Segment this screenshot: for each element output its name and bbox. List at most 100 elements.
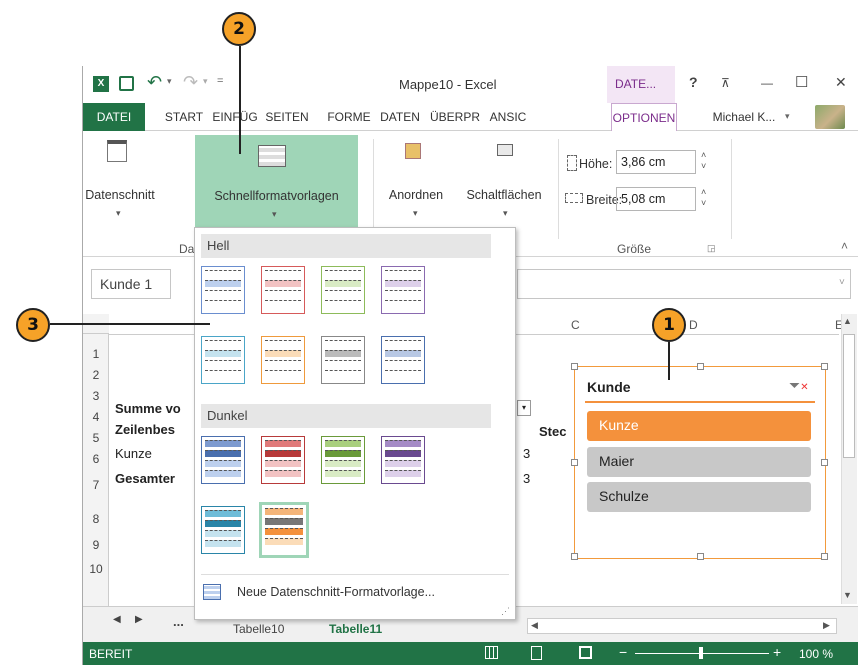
slicer-style-dunkel-5[interactable]: [201, 506, 245, 554]
zoom-slider-thumb[interactable]: [699, 647, 703, 659]
vertical-scroll-thumb[interactable]: [843, 334, 855, 458]
column-header-c[interactable]: C: [571, 318, 580, 332]
sheet-tab-tabelle10[interactable]: Tabelle10: [233, 622, 284, 636]
slicer-handle[interactable]: [697, 553, 704, 560]
slicer-handle[interactable]: [821, 363, 828, 370]
tab-ueberpr[interactable]: ÜBERPR: [426, 103, 484, 131]
close-button[interactable]: ✕: [835, 74, 847, 91]
slicer-item-schulze[interactable]: Schulze: [587, 482, 811, 512]
anordnen-dropdown-icon[interactable]: ▾: [413, 208, 418, 219]
sheet-next-icon[interactable]: ▶: [135, 614, 143, 625]
slicer-handle[interactable]: [571, 363, 578, 370]
slicer-handle[interactable]: [821, 553, 828, 560]
slicer-handle[interactable]: [571, 553, 578, 560]
slicer-style-dunkel-6-selected[interactable]: [259, 502, 309, 558]
slicer-style-hell-2[interactable]: [261, 266, 305, 314]
tab-forme[interactable]: FORME: [324, 103, 374, 131]
breite-field[interactable]: 5,08 cm: [616, 187, 696, 211]
ribbon-display-button[interactable]: ⊼: [721, 76, 730, 90]
slicer-style-hell-8[interactable]: [381, 336, 425, 384]
row-number[interactable]: 4: [83, 410, 109, 424]
user-name[interactable]: Michael K...: [705, 103, 783, 131]
tab-einfueg[interactable]: EINFÜG: [211, 103, 259, 131]
anordnen-button[interactable]: Anordnen: [381, 188, 451, 202]
help-button[interactable]: ?: [689, 74, 698, 90]
normal-view-icon[interactable]: [485, 646, 498, 659]
slicer-handle[interactable]: [697, 363, 704, 370]
minimize-button[interactable]: —: [761, 76, 773, 90]
save-icon[interactable]: [119, 76, 134, 91]
filter-dropdown-icon[interactable]: ▾: [517, 400, 531, 416]
redo-icon[interactable]: ↷: [183, 72, 198, 93]
row-number[interactable]: 8: [83, 512, 109, 526]
slicer-item-kunze[interactable]: Kunze: [587, 411, 811, 441]
page-break-view-icon[interactable]: [579, 646, 592, 659]
datenschnitt-button[interactable]: Datenschnitt: [83, 188, 157, 202]
zoom-level[interactable]: 100 %: [799, 647, 833, 661]
row-number[interactable]: 2: [83, 368, 109, 382]
tab-datei[interactable]: DATEI: [83, 103, 145, 131]
formula-expand-icon[interactable]: ˅: [839, 277, 845, 288]
cell-a3[interactable]: Summe vo: [115, 401, 181, 416]
row-number[interactable]: 3: [83, 389, 109, 403]
user-avatar[interactable]: [815, 105, 845, 129]
groesse-dialog-launcher-icon[interactable]: ◲: [707, 243, 716, 254]
hoehe-spinner-icon[interactable]: ˄ ˅: [701, 150, 706, 172]
user-dropdown-icon[interactable]: ▾: [785, 111, 790, 122]
slicer-style-dunkel-3[interactable]: [321, 436, 365, 484]
tab-optionen[interactable]: OPTIONEN: [611, 103, 677, 131]
maximize-button[interactable]: ☐: [795, 73, 808, 91]
zoom-in-icon[interactable]: +: [773, 644, 781, 660]
slicer-kunde[interactable]: Kunde ⏷✕ Kunze Maier Schulze: [571, 363, 828, 560]
row-number[interactable]: 7: [83, 478, 109, 492]
undo-icon[interactable]: ↶: [147, 72, 162, 93]
scroll-up-icon[interactable]: ▲: [843, 316, 852, 326]
hscroll-right-icon[interactable]: ▶: [823, 620, 830, 631]
tab-daten[interactable]: DATEN: [375, 103, 425, 131]
cell-a6[interactable]: Gesamter: [115, 471, 175, 486]
cell-value-6[interactable]: 3: [523, 471, 530, 486]
tab-start[interactable]: START: [159, 103, 209, 131]
cell-value-5[interactable]: 3: [523, 446, 530, 461]
slicer-style-hell-6[interactable]: [261, 336, 305, 384]
sheet-tab-more[interactable]: ...: [173, 614, 184, 629]
zoom-out-icon[interactable]: −: [619, 644, 627, 660]
slicer-style-hell-3[interactable]: [321, 266, 365, 314]
schnellformat-label[interactable]: Schnellformatvorlagen: [195, 189, 358, 203]
name-box[interactable]: Kunde 1: [91, 269, 171, 299]
cell-a4[interactable]: Zeilenbes: [115, 422, 175, 437]
collapse-ribbon-icon[interactable]: ˄: [841, 239, 848, 253]
slicer-item-maier[interactable]: Maier: [587, 447, 811, 477]
schnellformat-dropdown-icon[interactable]: ▾: [272, 209, 277, 220]
gallery-resize-grip-icon[interactable]: ⋰: [501, 606, 510, 617]
sheet-tab-tabelle11[interactable]: Tabelle11: [329, 622, 382, 636]
column-header-d[interactable]: D: [689, 318, 698, 332]
schaltflaechen-dropdown-icon[interactable]: ▾: [503, 208, 508, 219]
slicer-style-dunkel-4[interactable]: [381, 436, 425, 484]
cell-stec[interactable]: Stec: [539, 424, 566, 439]
slicer-style-dunkel-1[interactable]: [201, 436, 245, 484]
row-number[interactable]: 9: [83, 538, 109, 552]
tab-ansic[interactable]: ANSIC: [486, 103, 530, 131]
row-number[interactable]: 10: [83, 562, 109, 576]
row-number[interactable]: 6: [83, 452, 109, 466]
hoehe-field[interactable]: 3,86 cm: [616, 150, 696, 174]
hscroll-left-icon[interactable]: ◀: [531, 620, 538, 631]
breite-spinner-icon[interactable]: ˄ ˅: [701, 187, 706, 209]
slicer-style-hell-1[interactable]: [201, 266, 245, 314]
datenschnitt-dropdown-icon[interactable]: ▾: [116, 208, 121, 219]
row-number[interactable]: 1: [83, 347, 109, 361]
slicer-style-hell-5[interactable]: [201, 336, 245, 384]
page-layout-view-icon[interactable]: [531, 646, 542, 660]
cell-a5[interactable]: Kunze: [115, 446, 152, 461]
slicer-handle[interactable]: [821, 459, 828, 466]
row-number[interactable]: 5: [83, 431, 109, 445]
tab-seiten[interactable]: SEITEN: [261, 103, 313, 131]
customize-qat-icon[interactable]: =: [217, 75, 223, 87]
horizontal-scrollbar[interactable]: [527, 618, 837, 634]
slicer-style-hell-7[interactable]: [321, 336, 365, 384]
redo-dropdown-icon[interactable]: ▾: [203, 76, 208, 87]
new-slicer-style-item[interactable]: Neue Datenschnitt-Formatvorlage...: [237, 585, 435, 599]
sheet-prev-icon[interactable]: ◀: [113, 614, 121, 625]
undo-dropdown-icon[interactable]: ▾: [167, 76, 172, 87]
